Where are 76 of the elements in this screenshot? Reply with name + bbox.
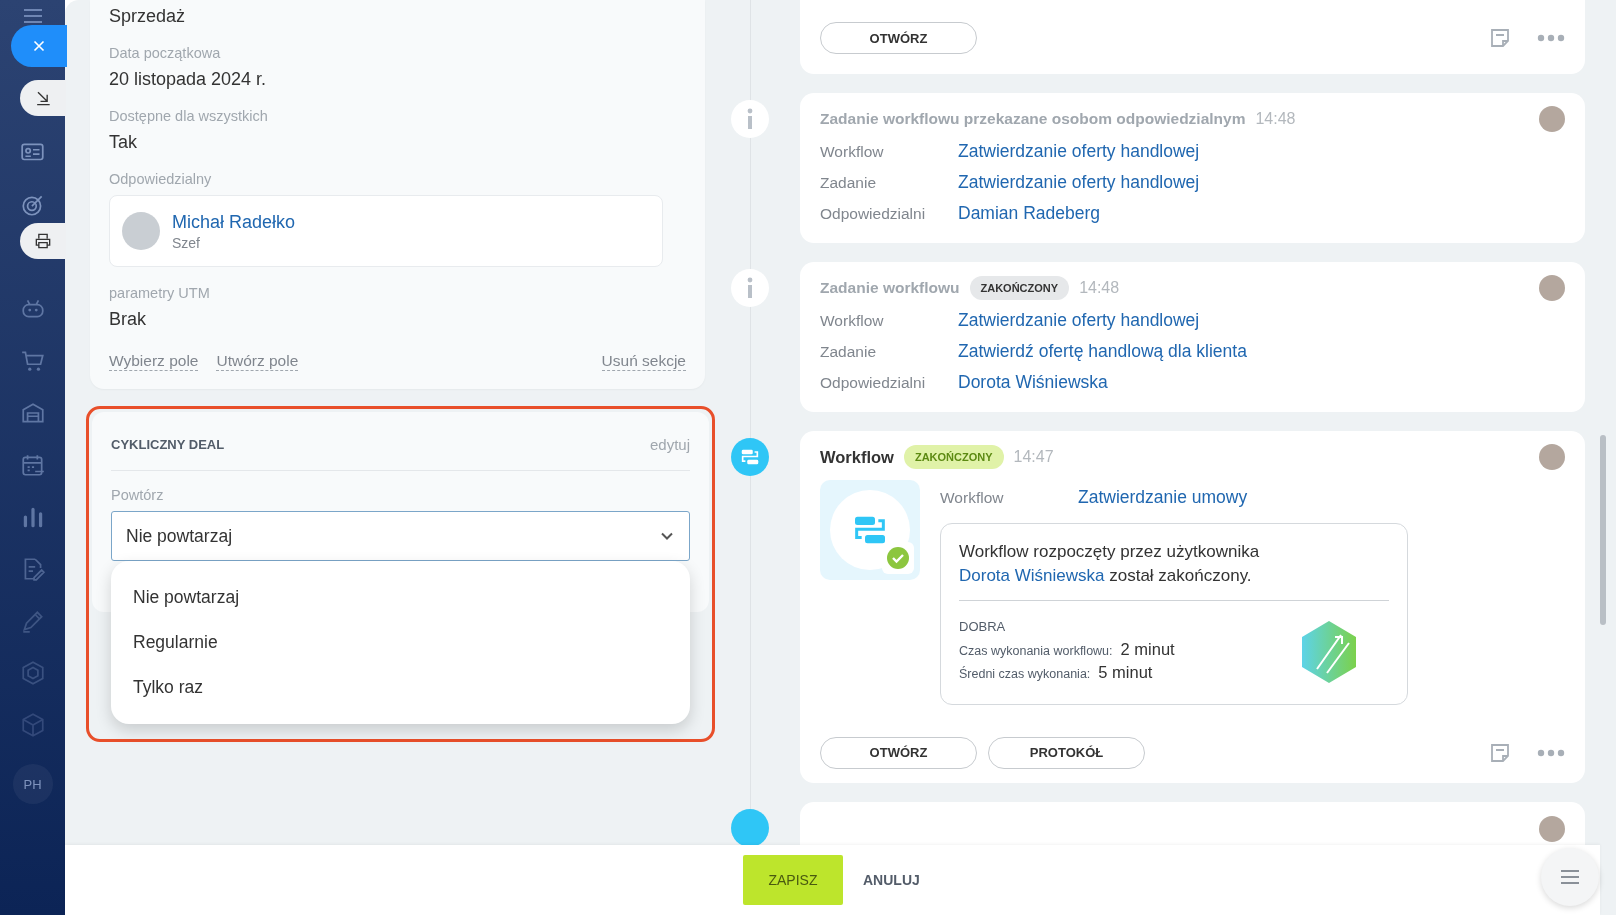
avatar bbox=[1539, 444, 1565, 470]
row-link[interactable]: Zatwierdzanie umowy bbox=[1078, 487, 1248, 508]
row-link[interactable]: Zatwierdź ofertę handlową dla klienta bbox=[958, 341, 1247, 362]
event-title: Zadanie workflowu przekazane osobom odpowiedzialnym bbox=[820, 110, 1246, 128]
workflow-icon bbox=[731, 808, 769, 847]
dropdown-option[interactable]: Regularnie bbox=[111, 620, 690, 665]
user-initials[interactable]: PH bbox=[12, 764, 53, 804]
close-button[interactable] bbox=[11, 25, 67, 67]
field-value: Tak bbox=[109, 132, 138, 153]
user-link[interactable]: Dorota Wiśniewska bbox=[959, 565, 1105, 585]
stat-value: 2 minut bbox=[1120, 639, 1175, 659]
field-label: Dostępne dla wszystkich bbox=[109, 108, 269, 124]
row-link[interactable]: Zatwierdzanie oferty handlowej bbox=[958, 310, 1200, 331]
result-message: Workflow rozpoczęty przez użytkownika Dorota Wiśniewska został zakończony. bbox=[959, 541, 1261, 587]
note-icon[interactable] bbox=[1488, 26, 1512, 50]
row-label: Workflow bbox=[940, 488, 1005, 507]
hexagon-icon[interactable] bbox=[19, 660, 46, 686]
info-icon bbox=[731, 269, 769, 307]
outline-button[interactable]: OTWÓRZ bbox=[820, 736, 977, 769]
scrollbar[interactable] bbox=[1600, 435, 1606, 625]
stat-value: 5 minut bbox=[1098, 662, 1153, 682]
field-value: Sprzedaż bbox=[109, 6, 187, 27]
cancel-button[interactable]: ANULUJ bbox=[859, 868, 924, 892]
outline-button[interactable]: PROTOKÓŁ bbox=[988, 736, 1145, 769]
save-button[interactable]: ZAPISZ bbox=[743, 855, 843, 905]
event-time: 14:48 bbox=[1079, 279, 1120, 297]
dashed-link[interactable]: Wybierz pole bbox=[109, 352, 199, 371]
remove-section-link[interactable]: Usuń sekcje bbox=[601, 352, 686, 371]
hexagon-chart-icon bbox=[1299, 619, 1359, 686]
dropdown-option[interactable]: Nie powtarzaj bbox=[111, 575, 690, 620]
row-link[interactable]: Damian Radeberg bbox=[958, 203, 1101, 224]
info-icon bbox=[731, 100, 769, 138]
row-link[interactable]: Zatwierdzanie oferty handlowej bbox=[958, 172, 1200, 193]
avatar bbox=[1539, 815, 1565, 842]
minimize-button[interactable] bbox=[20, 80, 66, 116]
row-label: Zadanie bbox=[820, 173, 877, 192]
field-value: 20 listopada 2024 r. bbox=[109, 69, 268, 90]
repeat-select[interactable]: Nie powtarzaj bbox=[111, 511, 690, 561]
workflow-icon bbox=[731, 438, 769, 476]
field-value: Brak bbox=[109, 309, 147, 330]
field-label: Data początkowa bbox=[109, 45, 222, 61]
row-label: Workflow bbox=[820, 142, 885, 161]
stat-label: Czas wykonania workflowu: bbox=[959, 643, 1113, 658]
field-label: Powtórz bbox=[111, 487, 165, 503]
rating-label: DOBRA bbox=[959, 618, 1007, 634]
row-link[interactable]: Dorota Wiśniewska bbox=[958, 372, 1108, 393]
row-link[interactable]: Zatwierdzanie oferty handlowej bbox=[958, 141, 1200, 162]
event-time: 14:47 bbox=[1013, 448, 1054, 466]
more-icon[interactable] bbox=[1537, 748, 1565, 757]
avatar bbox=[1539, 106, 1565, 132]
person-role: Szef bbox=[172, 234, 201, 251]
box-icon[interactable] bbox=[19, 712, 46, 738]
avatar bbox=[122, 212, 160, 250]
cart-icon[interactable] bbox=[19, 348, 46, 374]
field-label: Odpowiedzialny bbox=[109, 171, 213, 187]
event-time: 14:48 bbox=[1255, 110, 1296, 128]
dashed-link[interactable]: Utwórz pole bbox=[216, 352, 299, 371]
printer-icon bbox=[33, 231, 53, 251]
row-label: Workflow bbox=[820, 311, 885, 330]
row-label: Zadanie bbox=[820, 342, 877, 361]
status-badge: ZAKOŃCZONY bbox=[969, 276, 1070, 300]
event-title: Workflow bbox=[820, 447, 894, 467]
avatar bbox=[1539, 275, 1565, 301]
field-label: parametry UTM bbox=[109, 285, 211, 301]
calendar-icon[interactable] bbox=[19, 452, 46, 478]
person-name-link[interactable]: Michał Radełko bbox=[172, 211, 296, 233]
print-button[interactable] bbox=[20, 223, 66, 259]
dropdown-option[interactable]: Tylko raz bbox=[111, 665, 690, 710]
status-badge: ZAKOŃCZONY bbox=[903, 445, 1004, 469]
more-icon[interactable] bbox=[1537, 34, 1565, 42]
section-title: CYKLICZNY DEAL bbox=[111, 436, 225, 452]
outline-button[interactable]: OTWÓRZ bbox=[820, 22, 977, 54]
row-label: Odpowiedzialni bbox=[820, 204, 927, 223]
stat-label: Średni czas wykonania: bbox=[959, 666, 1091, 681]
row-label: Odpowiedzialni bbox=[820, 373, 927, 392]
event-title: Zadanie workflowu bbox=[820, 279, 960, 297]
